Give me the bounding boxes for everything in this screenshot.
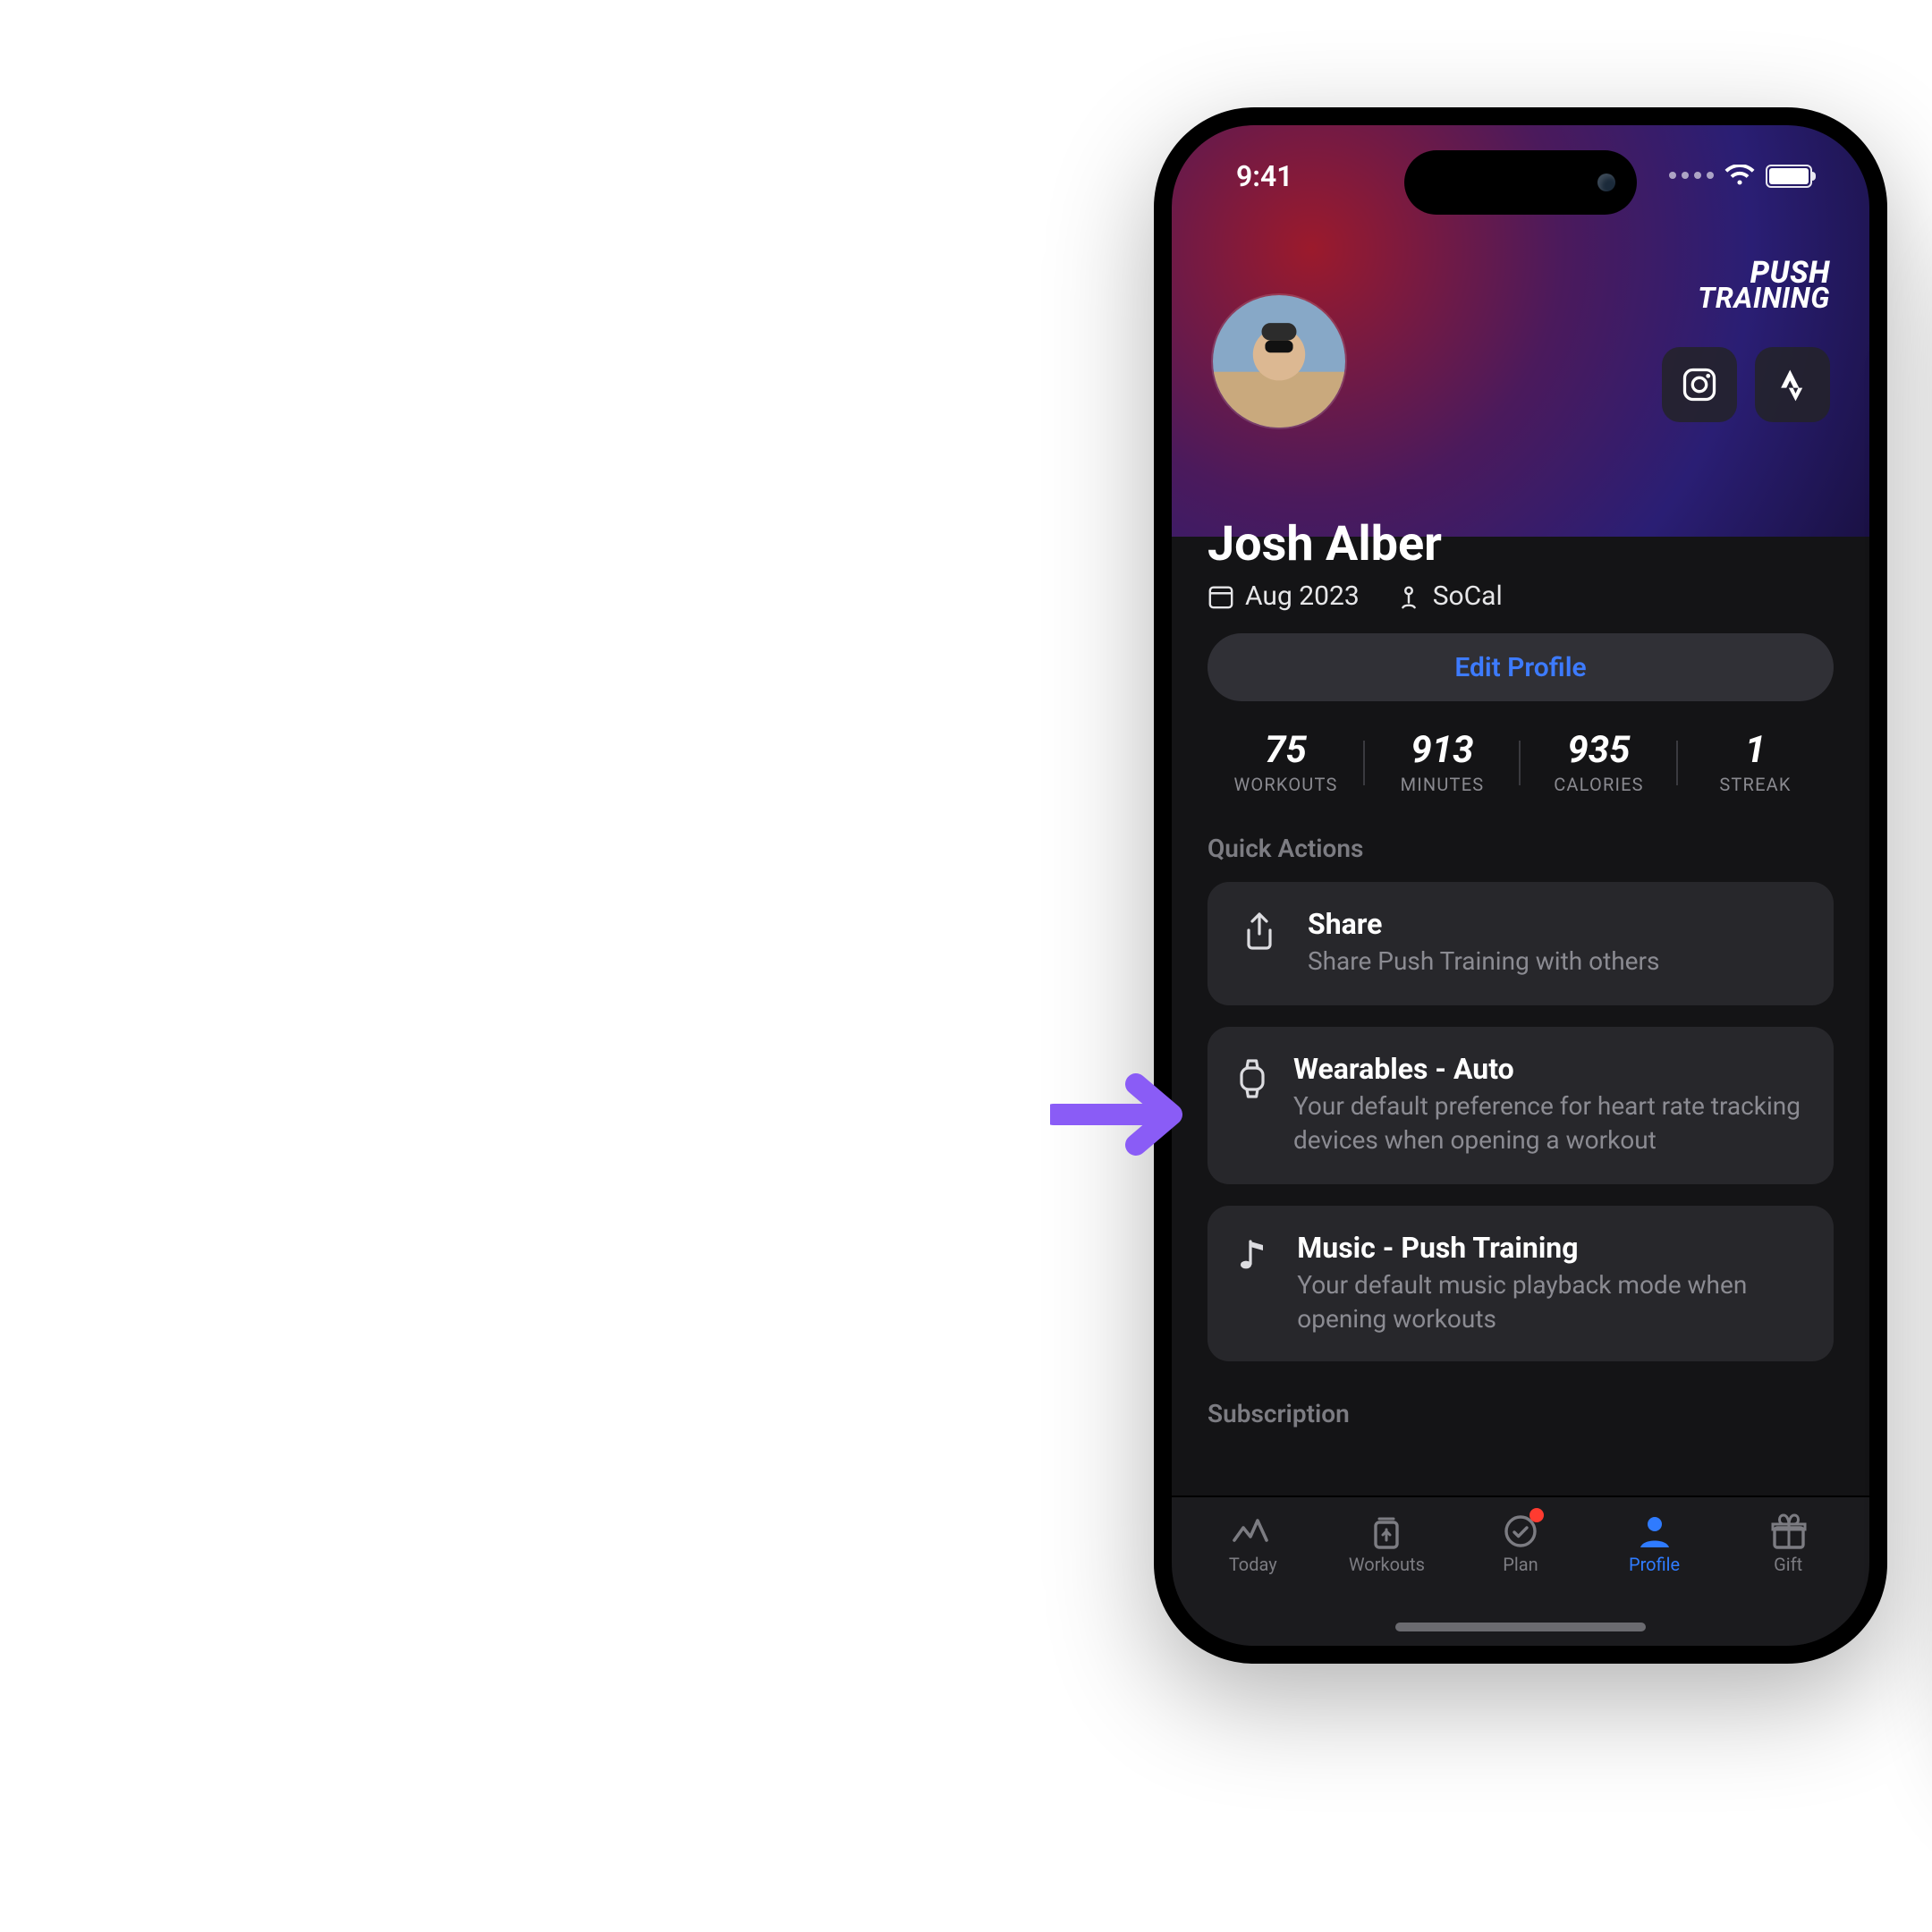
tab-plan[interactable]: Plan: [1453, 1512, 1588, 1606]
battery-icon: [1766, 164, 1812, 187]
profile-name: Josh Alber: [1208, 515, 1834, 572]
stats-row: 75WORKOUTS 913MINUTES 935CALORIES 1STREA…: [1208, 730, 1834, 796]
tab-workouts[interactable]: Workouts: [1320, 1512, 1454, 1606]
brand-logo: PUSHTRAINING: [1698, 261, 1830, 311]
edit-profile-button[interactable]: Edit Profile: [1208, 633, 1834, 701]
notification-dot-icon: [1530, 1508, 1545, 1522]
location-icon: [1395, 582, 1422, 609]
phone-profile: 9:41 PUSHTRAINING: [1154, 107, 1887, 1664]
tab-profile[interactable]: Profile: [1588, 1512, 1722, 1606]
avatar[interactable]: [1211, 293, 1347, 429]
joined-date: Aug 2023: [1208, 580, 1360, 612]
subscription-heading: Subscription: [1208, 1402, 1834, 1430]
strava-icon[interactable]: [1755, 347, 1830, 422]
annotation-arrow-icon: [1050, 1070, 1204, 1166]
status-time: 9:41: [1236, 158, 1293, 192]
tab-gift[interactable]: Gift: [1721, 1512, 1855, 1606]
music-card[interactable]: Music - Push TrainingYour default music …: [1208, 1205, 1834, 1362]
quick-actions-heading: Quick Actions: [1208, 835, 1834, 864]
dynamic-island: [1404, 150, 1637, 215]
tab-today[interactable]: Today: [1186, 1512, 1320, 1606]
calendar-icon: [1208, 582, 1234, 609]
location: SoCal: [1395, 580, 1503, 612]
wearables-card[interactable]: Wearables - AutoYour default preference …: [1208, 1027, 1834, 1184]
watch-icon: [1236, 1052, 1268, 1100]
share-icon: [1236, 907, 1283, 952]
music-icon: [1236, 1230, 1272, 1275]
home-indicator[interactable]: [1395, 1623, 1646, 1631]
share-card[interactable]: ShareShare Push Training with others: [1208, 882, 1834, 1005]
instagram-icon[interactable]: [1662, 347, 1737, 422]
wifi-icon: [1724, 165, 1755, 186]
